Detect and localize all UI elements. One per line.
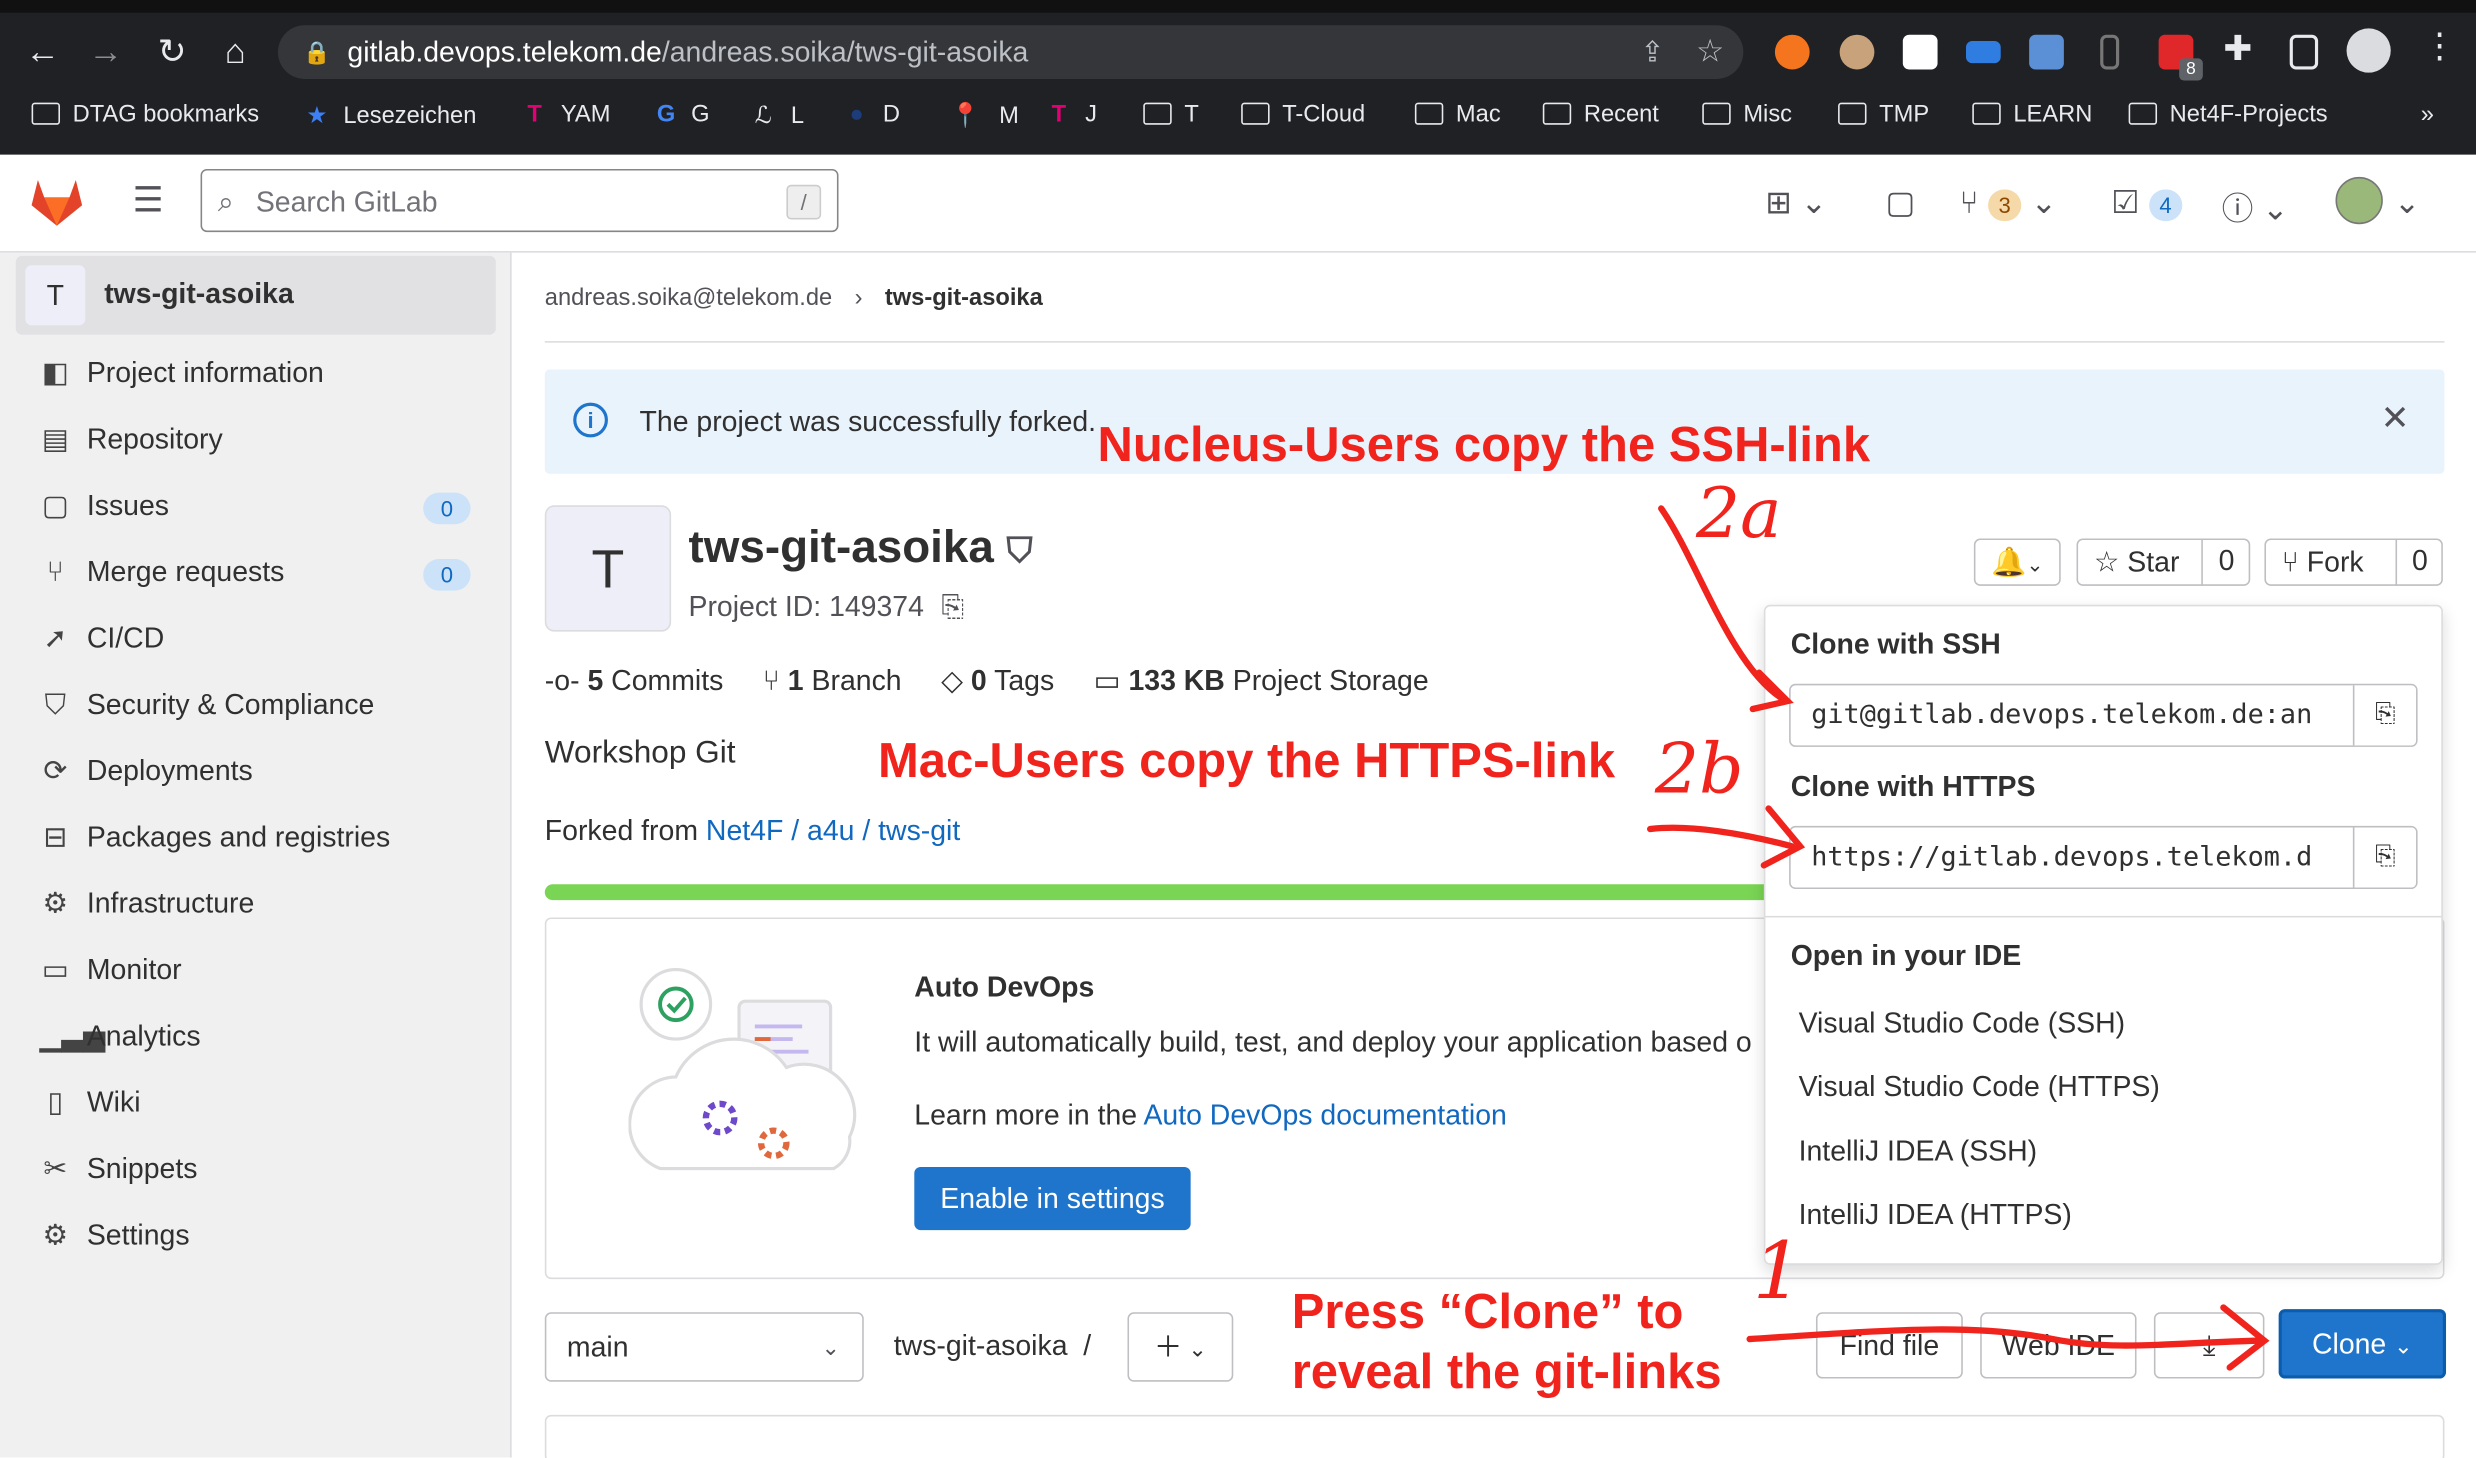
arrow-head-https: [1760, 805, 1806, 869]
annotation-arrows: [1647, 505, 2270, 1371]
arrow-to-https-field: [1647, 824, 1796, 850]
arrow-to-clone-button: [1746, 1326, 2262, 1349]
arrow-to-ssh-field: [1658, 505, 1785, 702]
arrow-head-clone: [2220, 1304, 2270, 1371]
